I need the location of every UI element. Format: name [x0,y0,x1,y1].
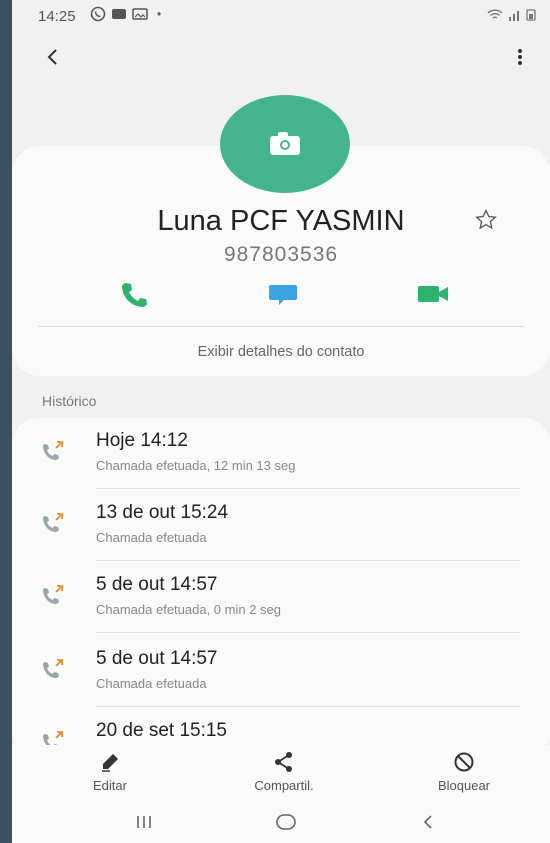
outgoing-call-icon [43,441,63,460]
camera-icon [270,132,300,155]
recent-apps-icon [137,816,151,828]
call-divider [96,706,520,707]
call-log-item[interactable]: 5 de out 14:57 Chamada efetuada [12,636,550,707]
share-button[interactable]: Compartil. [224,745,344,801]
more-vertical-icon [518,49,522,65]
call-time: Hoje 14:12 [96,430,188,451]
wifi-icon [487,9,503,19]
call-time: 20 de set 15:15 [96,720,227,741]
call-description: Chamada efetuada [96,530,207,545]
contact-avatar[interactable] [220,95,350,193]
call-button[interactable] [118,280,154,308]
share-icon [275,752,292,772]
home-icon [276,814,296,830]
edit-button[interactable]: Editar [50,745,170,801]
view-contact-details-link[interactable]: Exibir detalhes do contato [12,344,550,360]
chat-bubble-icon [269,285,297,305]
status-right-icons [487,8,536,24]
star-icon [475,208,497,230]
call-divider [96,488,520,489]
call-description: Chamada efetuada, 0 min 2 seg [96,602,282,617]
call-log-item[interactable]: 13 de out 15:24 Chamada efetuada [12,490,550,561]
gallery-icon [132,8,148,20]
contact-name: Luna PCF YASMIN [157,205,405,237]
call-description: Chamada efetuada, 12 min 13 seg [96,458,296,473]
status-time: 14:25 [38,8,76,25]
more-options-button[interactable] [510,42,530,72]
block-button[interactable]: Bloquear [404,745,524,801]
share-label: Compartil. [254,778,314,793]
signal-icon [508,11,519,21]
back-button[interactable] [38,42,68,72]
history-heading: Histórico [42,393,97,409]
outgoing-call-icon [43,513,63,532]
system-back-button[interactable] [408,809,448,835]
call-time: 13 de out 15:24 [96,502,229,523]
contact-number: 987803536 [223,243,339,266]
chevron-left-icon [423,815,432,829]
outgoing-call-icon [43,585,63,604]
recent-apps-button[interactable] [124,809,164,835]
block-label: Bloquear [437,778,491,793]
call-time: 5 de out 14:57 [96,574,218,595]
contact-card-divider [38,326,524,327]
call-description: Chamada efetuada [96,676,207,691]
message-icon [112,9,126,19]
status-bar: 14:25 • [12,0,550,34]
call-history-list: Hoje 14:12 Chamada efetuada, 12 min 13 s… [12,418,550,758]
edit-label: Editar [93,778,127,793]
outgoing-call-icon [43,659,63,678]
app-top-bar [12,36,550,82]
chevron-left-icon [47,49,57,65]
video-camera-icon [418,286,448,302]
notification-dot: • [157,7,162,21]
call-log-item[interactable]: 5 de out 14:57 Chamada efetuada, 0 min 2… [12,562,550,633]
phone-icon [122,283,147,307]
bottom-action-bar: Editar Compartil. Bloquear [12,745,550,801]
home-button[interactable] [266,809,306,835]
block-icon [454,752,474,772]
pencil-icon [102,754,118,772]
call-divider [96,632,520,633]
battery-icon [526,9,536,21]
notification-icons: • [90,6,161,22]
call-time: 5 de out 14:57 [96,648,218,669]
system-navigation-bar [12,801,550,843]
phone-screen: 14:25 • Luna PCF YASMIN 987803536 Exibir… [12,0,550,843]
video-call-button[interactable] [415,280,451,308]
call-log-item[interactable]: Hoje 14:12 Chamada efetuada, 12 min 13 s… [12,418,550,489]
call-divider [96,560,520,561]
message-button[interactable] [267,280,303,308]
favorite-button[interactable] [474,208,498,232]
whatsapp-icon [90,6,106,22]
